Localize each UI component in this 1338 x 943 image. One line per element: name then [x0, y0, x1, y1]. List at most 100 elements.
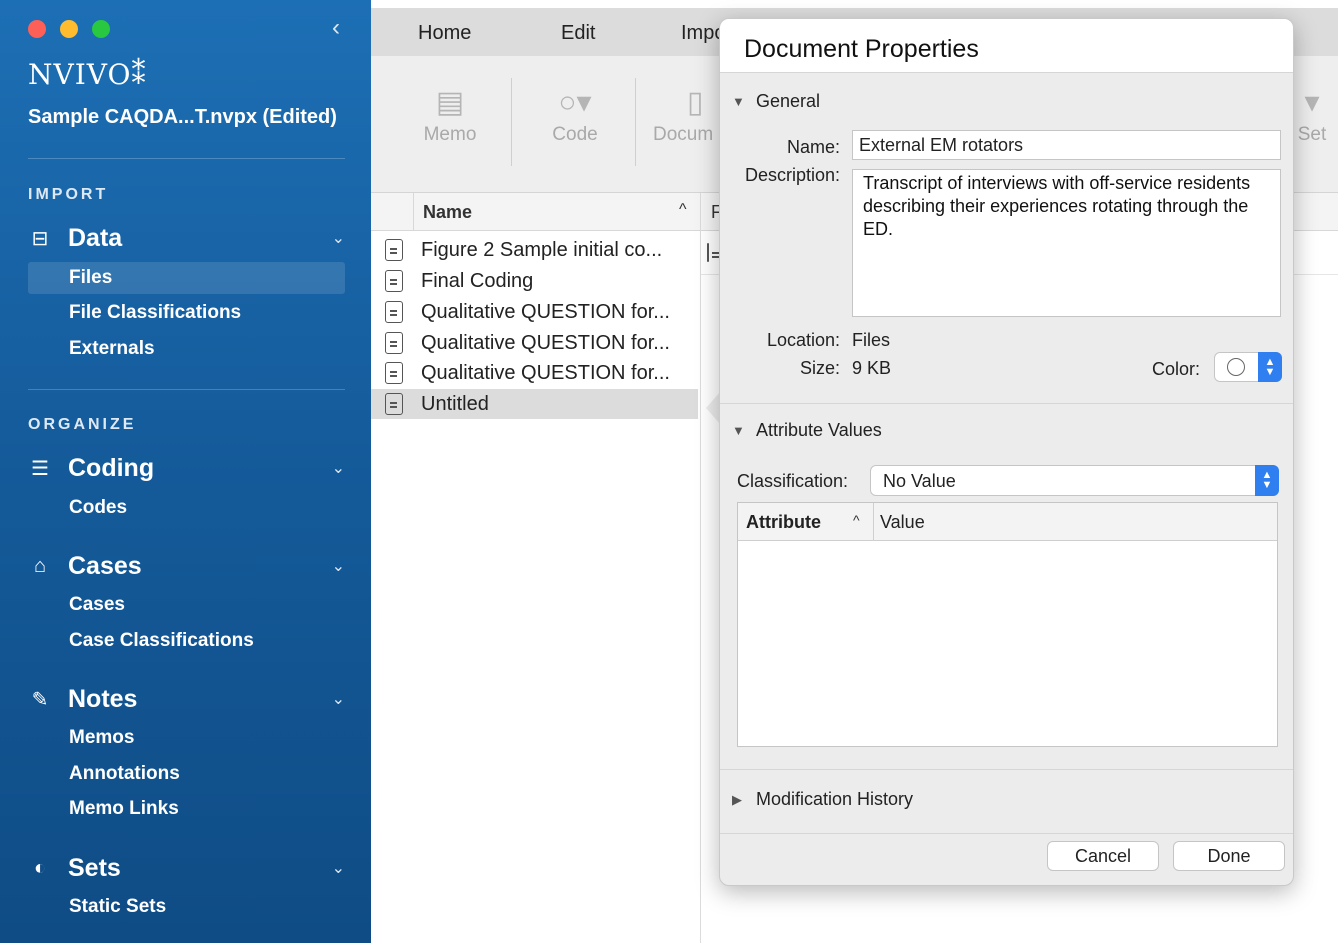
group-label: Cases — [68, 551, 142, 580]
sort-ascending-icon[interactable]: ^ — [679, 201, 687, 219]
sidebar-item-memo-links[interactable]: Memo Links — [28, 793, 345, 825]
sidebar-group-data[interactable]: ⊟ Data ⌄ — [28, 222, 345, 254]
file-row[interactable]: Qualitative QUESTION for... — [371, 358, 698, 388]
group-label: Coding — [68, 453, 155, 482]
sidebar-item-externals[interactable]: Externals — [28, 333, 345, 365]
section-divider — [720, 769, 1293, 770]
pane-divider[interactable] — [700, 193, 701, 943]
name-field[interactable]: External EM rotators — [852, 130, 1281, 160]
column-divider — [873, 503, 874, 541]
chevron-down-icon[interactable]: ⌄ — [332, 458, 345, 478]
description-field[interactable]: Transcript of interviews with off-servic… — [852, 169, 1281, 317]
attribute-values-section-toggle[interactable]: ▼ Attribute Values — [732, 420, 882, 441]
sidebar-item-memos[interactable]: Memos — [28, 722, 345, 754]
memo-label: Memo — [423, 124, 477, 145]
chevron-down-icon[interactable]: ⌄ — [332, 556, 345, 576]
classification-label: Classification: — [737, 471, 849, 491]
document-icon — [385, 393, 403, 415]
file-row[interactable]: Qualitative QUESTION for... — [371, 297, 698, 327]
color-picker[interactable]: ▲ ▼ — [1214, 352, 1282, 382]
sidebar-group-notes[interactable]: ✎ Notes ⌄ — [28, 683, 345, 715]
up-down-stepper-icon: ▲ ▼ — [1258, 352, 1282, 382]
sidebar-item-codes[interactable]: Codes — [28, 492, 345, 524]
attribute-table-header: Attribute ^ Value — [738, 503, 1277, 541]
toolbar-divider — [511, 78, 512, 166]
sidebar-item-files[interactable]: Files — [28, 262, 345, 294]
document-button[interactable]: ▯ Docum — [653, 86, 723, 146]
sidebar-item-case-classifications[interactable]: Case Classifications — [28, 625, 345, 657]
project-name: Sample CAQDA...T.nvpx (Edited) — [28, 106, 337, 128]
memo-icon: ▤ — [435, 86, 465, 119]
zoom-window-button[interactable] — [92, 20, 110, 38]
document-properties-popover: Document Properties ▼ General Name: Exte… — [719, 18, 1294, 886]
code-button[interactable]: ○▾ Code — [525, 86, 625, 146]
general-section-toggle[interactable]: ▼ General — [732, 91, 820, 112]
document-label: Docum — [653, 124, 714, 145]
section-divider — [720, 403, 1293, 404]
location-value: Files — [852, 330, 891, 350]
disclosure-open-icon: ▼ — [732, 94, 745, 109]
tab-home[interactable]: Home — [418, 22, 471, 45]
detail-row[interactable] — [707, 243, 709, 262]
data-icon: ⊟ — [31, 227, 49, 250]
document-icon — [385, 301, 403, 323]
cancel-button[interactable]: Cancel — [1047, 841, 1159, 871]
classification-select[interactable]: No Value ▲ ▼ — [870, 465, 1279, 496]
file-row[interactable]: Qualitative QUESTION for... — [371, 328, 698, 358]
sidebar-item-cases[interactable]: Cases — [28, 589, 345, 621]
sidebar-group-coding[interactable]: ☰ Coding ⌄ — [28, 452, 345, 484]
sidebar-group-sets[interactable]: ◐ Sets ⌄ — [28, 852, 345, 884]
attribute-values-heading: Attribute Values — [756, 420, 882, 440]
sort-ascending-icon[interactable]: ^ — [853, 512, 860, 528]
document-icon — [385, 239, 403, 261]
location-label: Location: — [766, 330, 840, 350]
group-label: Data — [68, 223, 123, 252]
name-column-header[interactable]: Name — [423, 202, 472, 223]
file-row-selected[interactable]: Untitled — [371, 389, 698, 419]
popover-arrow — [706, 392, 720, 424]
document-icon: ▯ — [687, 86, 704, 119]
sidebar-group-cases[interactable]: ⌂ Cases ⌄ — [28, 550, 345, 582]
file-list-header: Name ^ — [371, 193, 701, 231]
file-row[interactable]: Figure 2 Sample initial co... — [371, 235, 698, 265]
chevron-down-icon[interactable]: ⌄ — [332, 689, 345, 709]
classification-value: No Value — [883, 471, 956, 491]
toolbar-divider — [635, 78, 636, 166]
size-label: Size: — [799, 358, 840, 378]
file-name: Figure 2 Sample initial co... — [421, 238, 663, 261]
name-label: Name: — [786, 137, 840, 157]
document-icon — [385, 270, 403, 292]
attribute-column-header[interactable]: Attribute — [746, 512, 821, 533]
value-column-header[interactable]: Value — [880, 512, 925, 533]
file-name: Qualitative QUESTION for... — [421, 331, 670, 354]
minimize-window-button[interactable] — [60, 20, 78, 38]
done-button[interactable]: Done — [1173, 841, 1285, 871]
section-label-organize: ORGANIZE — [28, 416, 137, 433]
chevron-down-icon[interactable]: ⌄ — [332, 858, 345, 878]
popover-footer: Cancel Done — [720, 833, 1293, 885]
disclosure-open-icon: ▼ — [732, 423, 745, 438]
tab-edit[interactable]: Edit — [561, 22, 595, 45]
code-label: Code — [552, 124, 598, 145]
document-icon — [385, 362, 403, 384]
sidebar-item-static-sets[interactable]: Static Sets — [28, 891, 345, 923]
modification-history-heading: Modification History — [756, 789, 914, 809]
description-label: Description: — [744, 165, 840, 185]
sidebar-item-file-classifications[interactable]: File Classifications — [28, 297, 345, 329]
cases-icon: ⌂ — [33, 554, 47, 577]
nvivo-logo: NVIVO⁑ — [28, 58, 147, 91]
sidebar-item-annotations[interactable]: Annotations — [28, 758, 345, 790]
close-window-button[interactable] — [28, 20, 46, 38]
set-button[interactable]: ▾ Set — [1287, 86, 1337, 146]
sidebar: ‹ NVIVO⁑ Sample CAQDA...T.nvpx (Edited) … — [0, 0, 371, 943]
file-row[interactable]: Final Coding — [371, 266, 698, 296]
general-heading: General — [756, 91, 821, 111]
collapse-sidebar-button[interactable]: ‹ — [332, 14, 340, 42]
chevron-down-icon[interactable]: ⌄ — [332, 228, 345, 248]
document-icon — [707, 243, 709, 262]
color-label: Color: — [1151, 359, 1200, 379]
modification-history-section-toggle[interactable]: ▶ Modification History — [732, 789, 913, 810]
set-label: Set — [1297, 124, 1327, 145]
disclosure-closed-icon: ▶ — [732, 791, 742, 807]
memo-button[interactable]: ▤ Memo — [400, 86, 500, 146]
